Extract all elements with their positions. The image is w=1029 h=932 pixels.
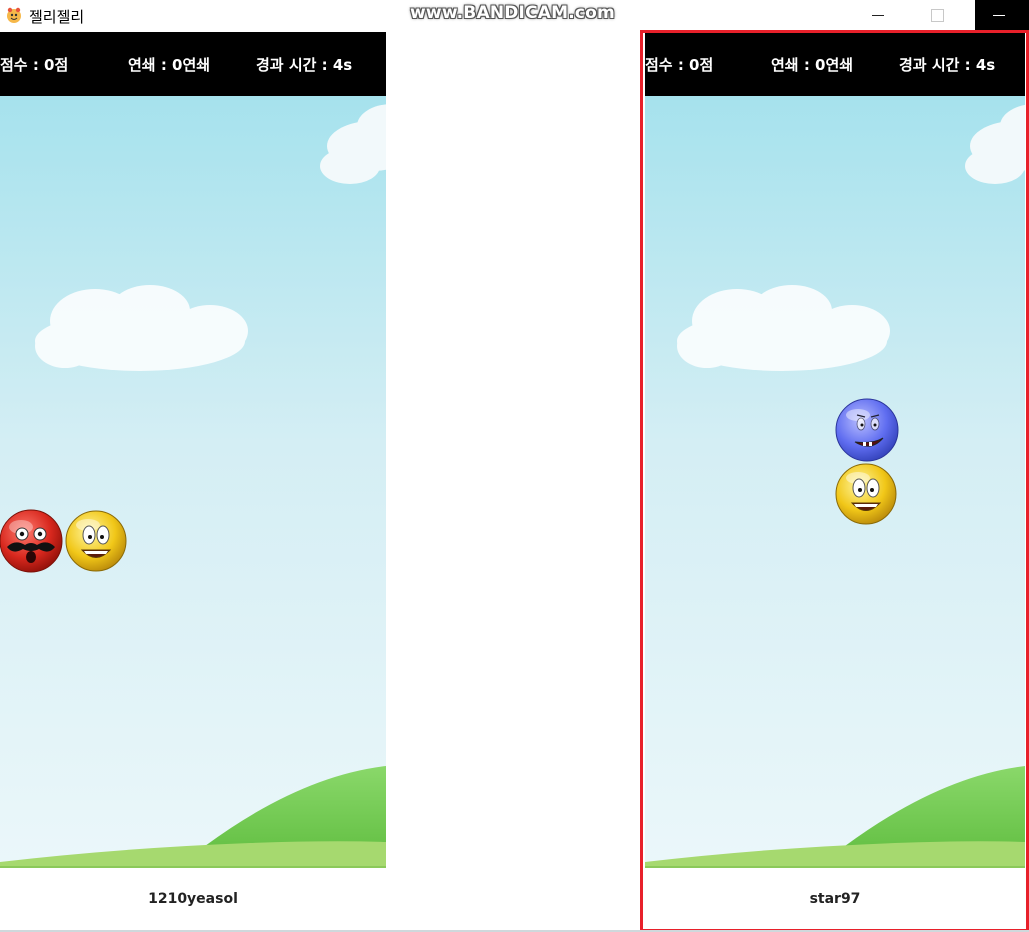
red-mustache-jelly[interactable] — [0, 509, 63, 573]
player-panel-left: 점수 : 0점 연쇄 : 0연쇄 경과 시간 : 4s 1210yeasol — [0, 32, 386, 931]
score-label: 점수 : 0점 — [0, 56, 69, 74]
elapsed-time-label: 경과 시간 : 4s — [899, 56, 996, 74]
player-footer: star97 — [645, 868, 1025, 931]
minimize-button[interactable] — [852, 0, 904, 32]
blue-grin-jelly[interactable] — [835, 398, 899, 462]
game-board[interactable] — [0, 96, 386, 868]
game-board[interactable] — [645, 96, 1025, 868]
close-icon — [993, 15, 1005, 16]
jelly-app-icon — [7, 7, 21, 23]
yellow-smile-jelly[interactable] — [835, 463, 897, 525]
elapsed-time-label: 경과 시간 : 4s — [256, 56, 353, 74]
window-titlebar: 젤리젤리 www.BANDICAM.com — [0, 0, 1029, 32]
combo-label: 연쇄 : 0연쇄 — [128, 56, 211, 74]
minimize-icon — [872, 15, 884, 16]
player-footer: 1210yeasol — [0, 868, 386, 931]
bandicam-watermark: www.BANDICAM.com — [410, 3, 615, 23]
close-button[interactable] — [975, 0, 1029, 32]
hud-bar: 점수 : 0점 연쇄 : 0연쇄 경과 시간 : 4s — [645, 32, 1025, 96]
score-label: 점수 : 0점 — [645, 56, 714, 74]
yellow-smile-jelly[interactable] — [65, 510, 127, 572]
player-panel-right: 점수 : 0점 연쇄 : 0연쇄 경과 시간 : 4s star97 — [645, 32, 1025, 931]
window-title: 젤리젤리 — [29, 8, 85, 26]
sky-background — [0, 96, 386, 868]
hud-bar: 점수 : 0점 연쇄 : 0연쇄 경과 시간 : 4s — [0, 32, 386, 96]
sky-background — [645, 96, 1025, 868]
maximize-button[interactable] — [911, 0, 963, 32]
combo-label: 연쇄 : 0연쇄 — [771, 56, 854, 74]
maximize-icon — [931, 9, 944, 22]
player-name: star97 — [809, 891, 861, 907]
player-name: 1210yeasol — [148, 891, 238, 907]
